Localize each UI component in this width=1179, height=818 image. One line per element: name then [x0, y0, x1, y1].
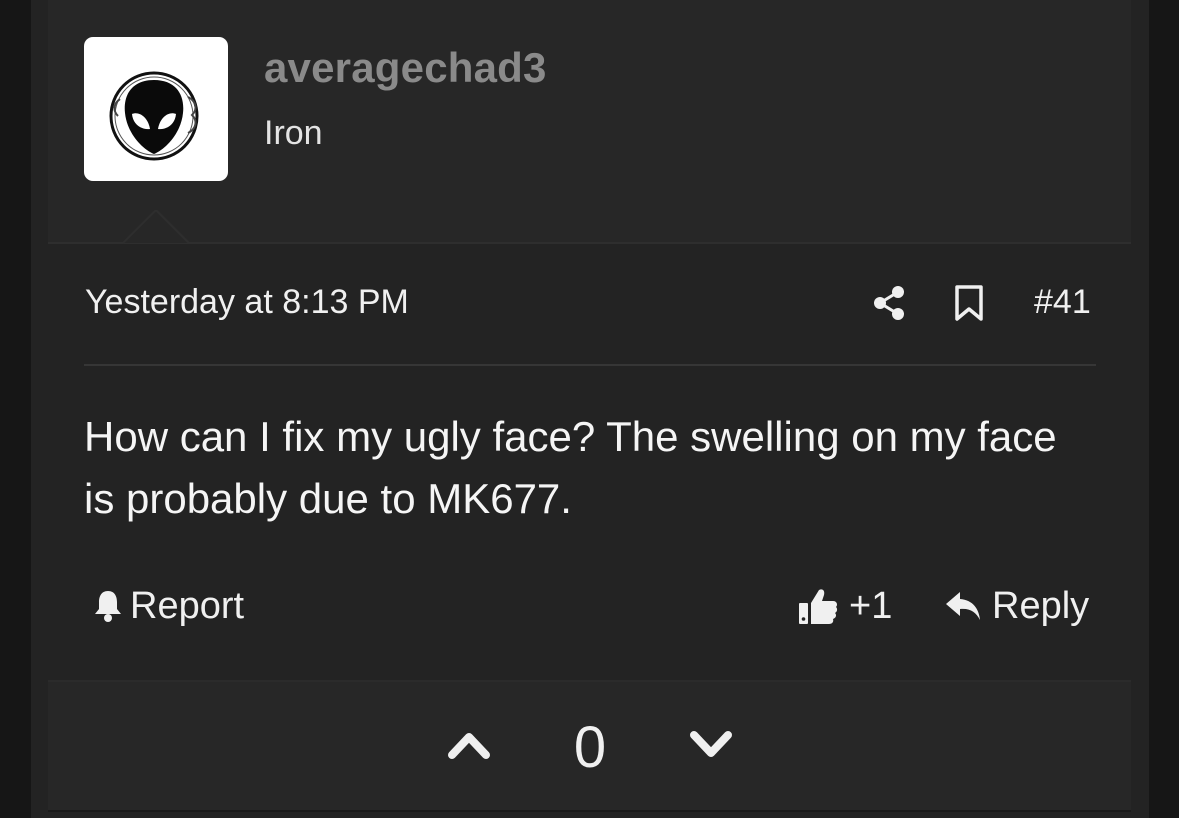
header-divider	[84, 364, 1096, 366]
report-label: Report	[130, 584, 245, 627]
reply-button[interactable]: Reply	[944, 584, 1089, 628]
user-title: Iron	[264, 114, 323, 152]
bookmark-icon[interactable]	[953, 284, 985, 322]
chevron-up-icon	[448, 733, 490, 759]
share-icon[interactable]	[870, 284, 908, 322]
post-date[interactable]: Yesterday at 8:13 PM	[85, 283, 409, 322]
reply-arrow-icon	[944, 589, 982, 623]
chevron-down-icon	[690, 731, 732, 757]
username-link[interactable]: averagechad3	[264, 44, 547, 92]
post-number-link[interactable]: #41	[1034, 283, 1091, 322]
report-button[interactable]: Report	[92, 584, 244, 628]
page-frame: averagechad3 Iron Yesterday at 8:13 PM #…	[0, 0, 1179, 818]
reaction-count: +1	[849, 584, 893, 627]
alien-head-avatar-icon	[109, 71, 199, 161]
post-body: How can I fix my ugly face? The swelling…	[84, 413, 1057, 522]
downvote-button[interactable]	[688, 727, 734, 761]
avatar[interactable]	[84, 37, 228, 181]
bell-icon	[92, 589, 124, 623]
thumbs-up-icon	[797, 586, 839, 626]
like-button[interactable]: +1	[797, 584, 892, 628]
reply-label: Reply	[992, 584, 1090, 627]
vote-score: 0	[573, 715, 607, 780]
upvote-button[interactable]	[446, 727, 492, 761]
